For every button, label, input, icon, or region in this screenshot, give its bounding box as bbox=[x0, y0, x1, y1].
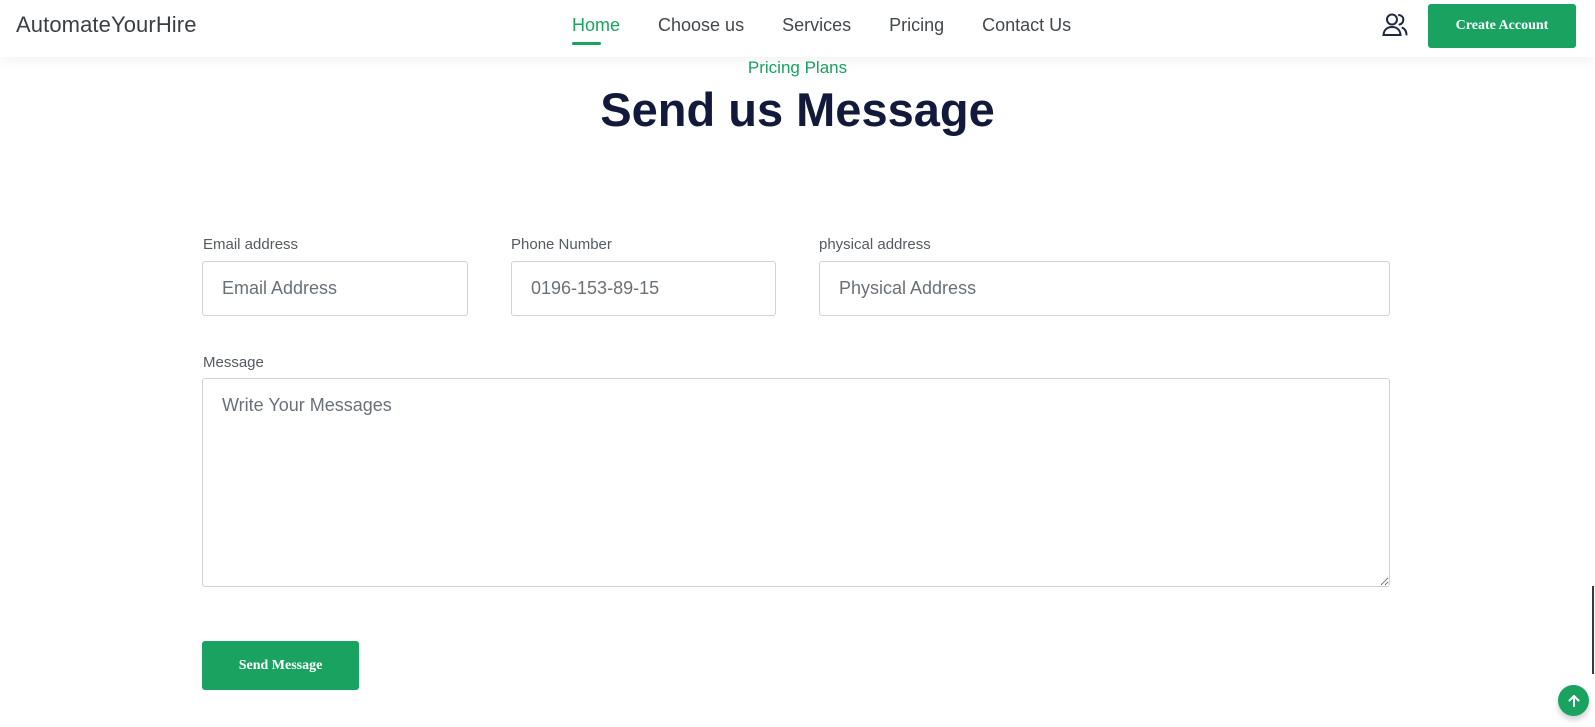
address-field[interactable] bbox=[819, 261, 1390, 316]
scroll-to-top-button[interactable] bbox=[1558, 685, 1589, 716]
phone-label: Phone Number bbox=[511, 236, 612, 253]
message-label: Message bbox=[203, 354, 264, 371]
main-nav: Home Choose us Services Pricing Contact … bbox=[572, 15, 1109, 45]
send-message-button[interactable]: Send Message bbox=[202, 641, 359, 690]
phone-field[interactable] bbox=[511, 261, 776, 316]
nav-item-contact-us[interactable]: Contact Us bbox=[982, 15, 1071, 36]
email-field[interactable] bbox=[202, 261, 468, 316]
address-label: physical address bbox=[819, 236, 931, 253]
site-header: AutomateYourHire Home Choose us Services… bbox=[0, 0, 1595, 57]
nav-item-pricing[interactable]: Pricing bbox=[889, 15, 944, 36]
nav-item-choose-us[interactable]: Choose us bbox=[658, 15, 744, 36]
section-eyebrow: Pricing Plans bbox=[747, 58, 848, 77]
section-title: Send us Message bbox=[600, 83, 995, 136]
create-account-button[interactable]: Create Account bbox=[1428, 4, 1576, 48]
arrow-up-icon bbox=[1567, 694, 1581, 708]
brand-logo[interactable]: AutomateYourHire bbox=[16, 12, 197, 38]
message-field[interactable] bbox=[202, 378, 1390, 587]
page-scroll-indicator bbox=[1592, 586, 1594, 674]
users-icon[interactable] bbox=[1381, 11, 1409, 39]
nav-item-home[interactable]: Home bbox=[572, 15, 620, 45]
nav-item-services[interactable]: Services bbox=[782, 15, 851, 36]
email-label: Email address bbox=[203, 236, 299, 253]
